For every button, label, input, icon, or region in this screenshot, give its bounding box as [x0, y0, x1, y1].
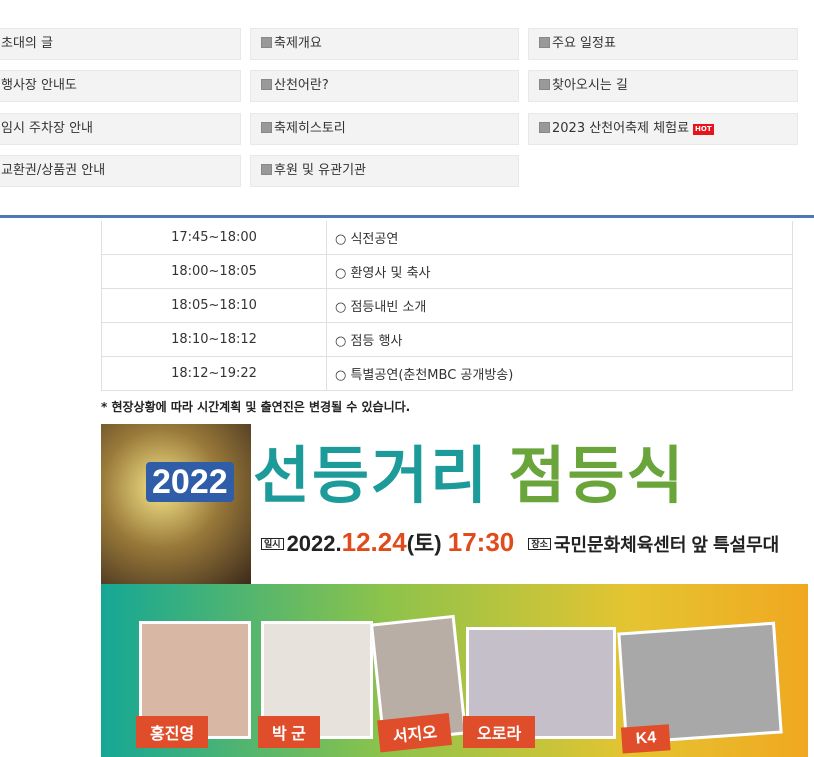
banner-date-place: 일시 2022.12.24(토) 17:30 장소 국민문화체육센터 앞 특설무대: [261, 526, 779, 558]
time-cell: 18:10~18:12: [101, 322, 327, 357]
menu-invitation[interactable]: 초대의 글: [0, 28, 241, 60]
menu-about-trout[interactable]: 산천어란?: [250, 70, 519, 102]
banner-title-a: 선등거리: [253, 442, 490, 511]
performer-photo: 서지오: [369, 614, 468, 753]
performer-name: 오로라: [463, 716, 536, 748]
menu-venue-map[interactable]: 행사장 안내도: [0, 70, 241, 102]
bullet-icon: [539, 37, 550, 48]
table-row: 18:00~18:05 ○ 환영사 및 축사: [101, 254, 793, 289]
table-row: 18:10~18:12 ○ 점등 행사: [101, 322, 793, 357]
lantern-image: [101, 424, 251, 584]
time-cell: 17:45~18:00: [101, 221, 327, 255]
date-time: 17:30: [447, 527, 515, 557]
performer-name: 홍진영: [136, 716, 209, 748]
banner-title: 선등거리 점등식: [253, 442, 686, 512]
bullet-icon: [539, 79, 550, 90]
banner-title-b: 점등식: [508, 442, 686, 511]
performer-name: 박 군: [258, 716, 320, 748]
time-cell: 18:00~18:05: [101, 254, 327, 289]
date-big: 12.24: [341, 527, 407, 557]
menu-directions[interactable]: 찾아오시는 길: [528, 70, 798, 102]
schedule-table: 17:45~18:00 ○ 식전공연 18:00~18:05 ○ 환영사 및 축…: [101, 221, 793, 391]
performer-photo: 홍진영: [136, 621, 251, 748]
table-row: 18:05~18:10 ○ 점등내빈 소개: [101, 288, 793, 323]
menu-festival-history[interactable]: 축제히스토리: [250, 113, 519, 145]
banner-year: 2022: [146, 462, 234, 502]
date-day: (토): [406, 531, 442, 556]
bullet-icon: [539, 122, 550, 133]
program-cell: ○ 식전공연: [326, 221, 793, 255]
program-cell: ○ 환영사 및 축사: [326, 254, 793, 289]
performer-name: K4: [620, 724, 672, 754]
menu-temp-parking[interactable]: 임시 주차장 안내: [0, 113, 241, 145]
program-cell: ○ 점등 행사: [326, 322, 793, 357]
schedule-note: * 현장상황에 따라 시간계획 및 출연진은 변경될 수 있습니다.: [101, 400, 411, 414]
program-cell: ○ 점등내빈 소개: [326, 288, 793, 323]
program-cell: ○ 특별공연(춘천MBC 공개방송): [326, 356, 793, 391]
performer-photo: 오로라: [463, 627, 616, 748]
date-prefix: 2022.: [286, 531, 342, 556]
bullet-icon: [261, 79, 272, 90]
bullet-icon: [261, 122, 272, 133]
table-row: 17:45~18:00 ○ 식전공연: [101, 221, 793, 255]
menu-experience-fee[interactable]: 2023 산천어축제 체험료 HOT: [528, 113, 798, 145]
sub-menu: 초대의 글 축제개요 주요 일정표 행사장 안내도 산천어란? 찾아오시는 길 …: [0, 0, 814, 216]
place-tag: 장소: [528, 538, 551, 550]
bullet-icon: [261, 164, 272, 175]
menu-sponsors[interactable]: 후원 및 유관기관: [250, 155, 519, 187]
time-cell: 18:12~19:22: [101, 356, 327, 391]
event-banner: 2022 선등거리 점등식 일시 2022.12.24(토) 17:30 장소 국민…: [101, 424, 808, 757]
menu-divider: [0, 215, 814, 218]
time-cell: 18:05~18:10: [101, 288, 327, 323]
performer-photo: K4: [617, 621, 783, 754]
table-row: 18:12~19:22 ○ 특별공연(춘천MBC 공개방송): [101, 356, 793, 391]
menu-main-schedule[interactable]: 주요 일정표: [528, 28, 798, 60]
performer-photo: 박 군: [258, 621, 373, 748]
hot-badge: HOT: [693, 124, 714, 135]
bullet-icon: [261, 37, 272, 48]
date-tag: 일시: [261, 538, 284, 550]
menu-festival-overview[interactable]: 축제개요: [250, 28, 519, 60]
menu-voucher[interactable]: 교환권/상품권 안내: [0, 155, 241, 187]
place: 국민문화체육센터 앞 특설무대: [553, 535, 780, 555]
